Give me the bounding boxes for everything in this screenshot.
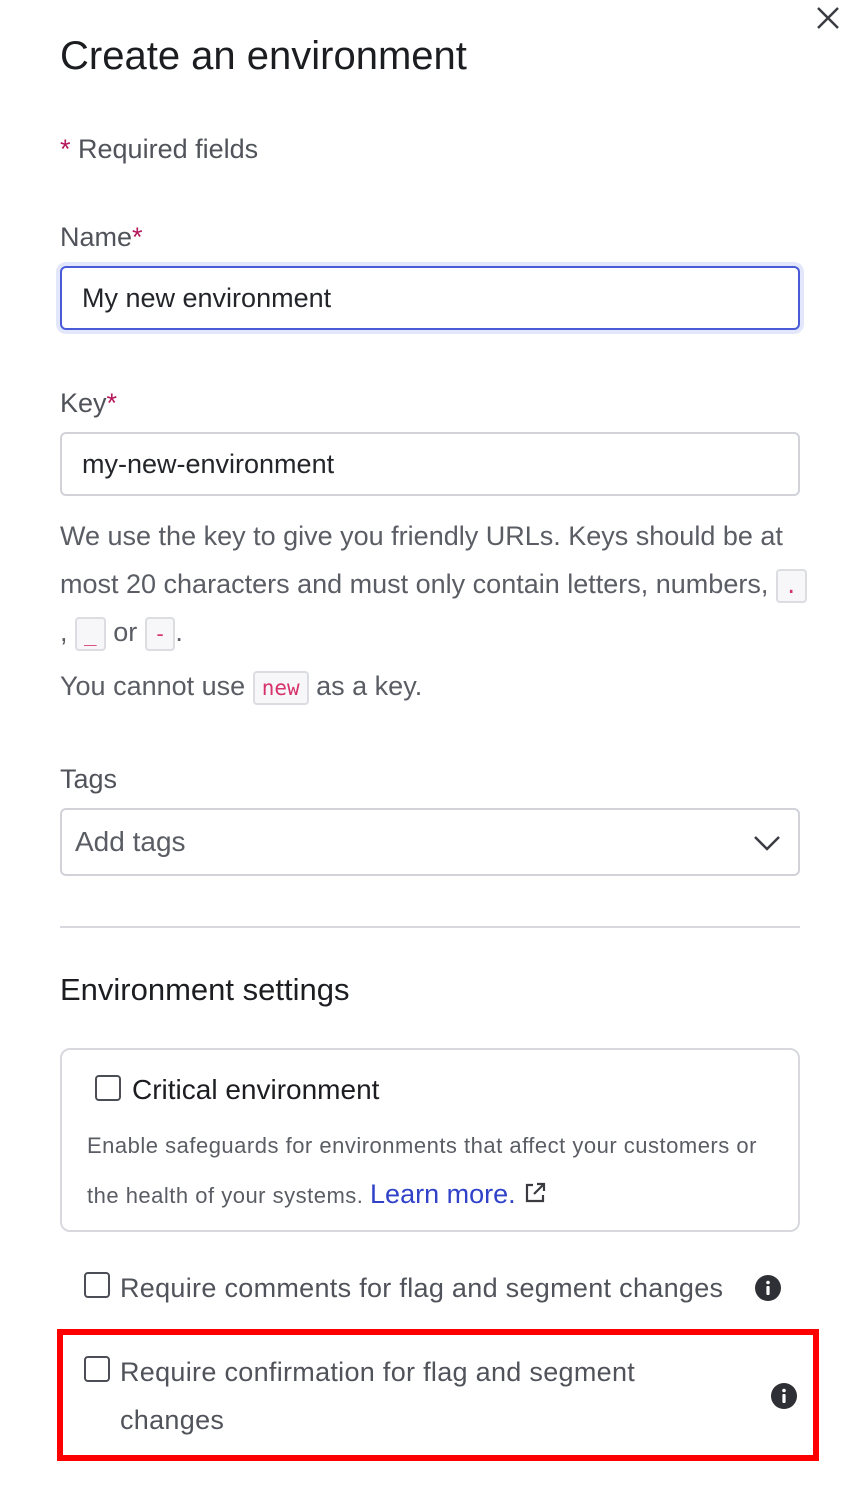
info-icon[interactable] (770, 1382, 798, 1410)
close-icon (817, 7, 839, 29)
require-confirmation-label: Require confirmation for flag and segmen… (120, 1357, 636, 1435)
required-fields-note: * Required fields (60, 134, 258, 165)
environment-settings-title: Environment settings (60, 972, 350, 1007)
code-dash: - (144, 616, 176, 651)
critical-environment-checkbox[interactable] (95, 1075, 121, 1101)
name-label: Name* (60, 222, 143, 253)
or-text: or (113, 617, 138, 647)
key-help-text: We use the key to give you friendly URLs… (60, 512, 810, 656)
reserved-prefix: You cannot use (60, 671, 246, 701)
name-label-text: Name (60, 222, 133, 252)
key-label-text: Key (60, 388, 107, 418)
required-star: * (60, 134, 71, 164)
reserved-suffix: as a key. (316, 671, 423, 701)
code-underscore: _ (75, 616, 106, 651)
external-link-icon (525, 1182, 545, 1203)
tags-placeholder: Add tags (75, 826, 186, 857)
require-confirmation-checkbox[interactable] (84, 1356, 110, 1382)
close-button[interactable] (812, 2, 844, 34)
name-input[interactable] (60, 266, 800, 330)
tags-label: Tags (60, 764, 118, 794)
tags-select[interactable]: Add tags (60, 808, 800, 876)
critical-environment-card: Critical environment Enable safeguards f… (60, 1048, 800, 1232)
required-star: * (132, 222, 143, 252)
chevron-down-icon (754, 836, 780, 851)
code-dot: . (775, 568, 807, 603)
period: . (175, 617, 183, 647)
info-icon[interactable] (754, 1274, 782, 1302)
key-input[interactable] (60, 432, 800, 496)
critical-environment-description: Enable safeguards for environments that … (87, 1122, 787, 1220)
comma: , (60, 617, 68, 647)
key-reserved-text: You cannot use new as a key. (60, 662, 810, 710)
required-star: * (106, 388, 118, 418)
code-new: new (252, 670, 309, 705)
require-comments-label: Require comments for flag and segment ch… (120, 1273, 724, 1303)
critical-environment-label: Critical environment (132, 1074, 380, 1105)
key-help-sentence: We use the key to give you friendly URLs… (60, 521, 783, 599)
require-comments-checkbox[interactable] (84, 1272, 110, 1298)
divider (60, 926, 800, 928)
key-label: Key* (60, 388, 117, 419)
dialog-title: Create an environment (60, 34, 467, 78)
learn-more-text: Learn more. (370, 1179, 516, 1209)
required-fields-text: Required fields (78, 134, 259, 164)
learn-more-link[interactable]: Learn more. (370, 1179, 548, 1209)
